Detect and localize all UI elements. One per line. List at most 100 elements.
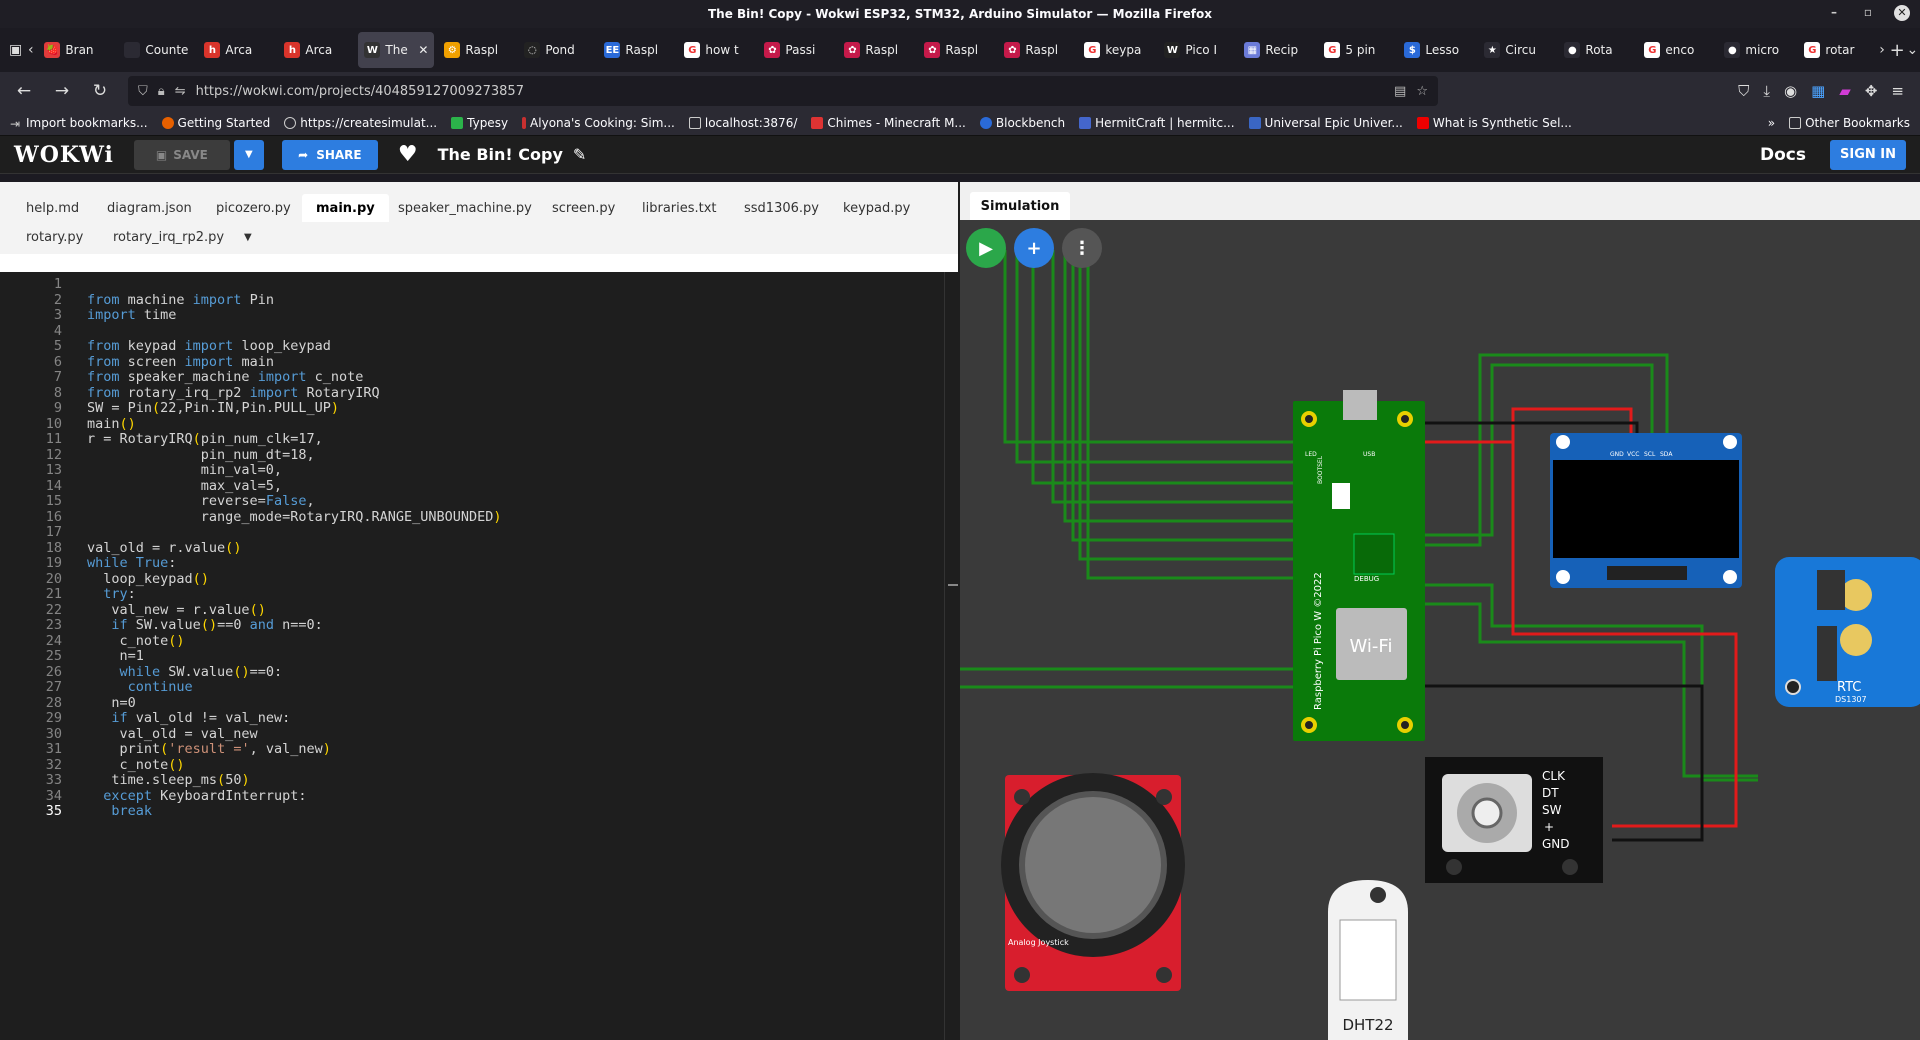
- file-tab-diagram[interactable]: diagram.json: [93, 194, 206, 222]
- browser-tab[interactable]: Ghow t: [678, 32, 754, 68]
- bookmark-item[interactable]: Universal Epic Univer...: [1248, 116, 1403, 130]
- sign-in-button[interactable]: SIGN IN: [1830, 139, 1906, 170]
- code-line[interactable]: import time: [87, 307, 176, 323]
- file-tab-rotary-irq[interactable]: rotary_irq_rp2.py: [99, 223, 238, 251]
- like-heart-icon[interactable]: ♥: [398, 142, 418, 167]
- project-title[interactable]: The Bin! Copy: [438, 145, 563, 164]
- browser-tab[interactable]: Gkeypa: [1078, 32, 1154, 68]
- circuit-canvas[interactable]: Wi-Fi DEBUG USB LED Raspberry Pi Pico W …: [960, 220, 1920, 1040]
- other-bookmarks[interactable]: Other Bookmarks: [1789, 116, 1910, 130]
- browser-tab[interactable]: ✿ Passi: [758, 32, 834, 68]
- code-line[interactable]: except KeyboardInterrupt:: [87, 788, 306, 804]
- browser-tab[interactable]: Counter: [118, 32, 194, 68]
- close-tab-icon[interactable]: ✕: [418, 43, 428, 57]
- extension-icon[interactable]: ▰: [1839, 82, 1851, 100]
- edit-pencil-icon[interactable]: ✎: [573, 145, 586, 164]
- code-line[interactable]: reverse=False,: [87, 493, 315, 509]
- back-icon[interactable]: ←: [10, 81, 38, 101]
- browser-tab[interactable]: $ Lesso: [1398, 32, 1474, 68]
- bookmark-item[interactable]: Blockbench: [979, 116, 1065, 130]
- downloads-icon[interactable]: ⤓: [1763, 82, 1770, 100]
- analog-joystick[interactable]: Analog Joystick: [1001, 773, 1185, 991]
- code-line[interactable]: n=1: [87, 648, 144, 664]
- browser-tab[interactable]: h Arca: [198, 32, 274, 68]
- file-tab-picozero[interactable]: picozero.py: [202, 194, 305, 222]
- editor-scrollbar[interactable]: [944, 272, 958, 1040]
- code-line[interactable]: n=0: [87, 695, 135, 711]
- reload-icon[interactable]: ↻: [86, 81, 114, 101]
- shield-icon[interactable]: ⛉: [138, 84, 148, 99]
- bookmark-item[interactable]: Getting Started: [161, 116, 270, 130]
- code-line[interactable]: from speaker_machine import c_note: [87, 369, 363, 385]
- more-files-dropdown-icon[interactable]: ▼: [230, 223, 266, 251]
- code-line[interactable]: c_note(): [87, 633, 185, 649]
- pico-board[interactable]: Wi-Fi DEBUG USB LED Raspberry Pi Pico W …: [1293, 390, 1425, 741]
- bookmark-item[interactable]: What is Synthetic Sel...: [1416, 116, 1572, 130]
- code-line[interactable]: val_old = val_new: [87, 726, 258, 742]
- minimize-button[interactable]: –: [1826, 5, 1842, 21]
- extension-icon[interactable]: ▦: [1811, 82, 1825, 100]
- extensions-puzzle-icon[interactable]: ✥: [1865, 82, 1878, 100]
- code-line[interactable]: from screen import main: [87, 354, 274, 370]
- browser-tab[interactable]: ● micro: [1718, 32, 1794, 68]
- code-line[interactable]: try:: [87, 586, 136, 602]
- code-line[interactable]: min_val=0,: [87, 462, 282, 478]
- code-line[interactable]: if val_old != val_new:: [87, 710, 290, 726]
- dht22-sensor[interactable]: DHT22: [1328, 880, 1408, 1040]
- browser-tab[interactable]: ● Rota: [1558, 32, 1634, 68]
- bookmark-item[interactable]: HermitCraft | hermitc...: [1079, 116, 1235, 130]
- bookmark-star-icon[interactable]: ☆: [1416, 84, 1428, 99]
- list-all-tabs-icon[interactable]: ⌄: [1905, 42, 1920, 58]
- tabs-scroll-right-icon[interactable]: ›: [1874, 42, 1889, 58]
- permissions-icon[interactable]: ⇋: [175, 84, 186, 99]
- wokwi-logo[interactable]: WOKWi: [14, 142, 114, 168]
- new-tab-icon[interactable]: +: [1890, 40, 1905, 61]
- browser-tab[interactable]: G 5 pin: [1318, 32, 1394, 68]
- share-button[interactable]: ➦ SHARE: [281, 139, 378, 170]
- maximize-button[interactable]: ▫: [1860, 5, 1876, 21]
- bookmark-item[interactable]: ⇥ Import bookmarks...: [10, 116, 148, 131]
- browser-tab[interactable]: Grotar: [1798, 32, 1874, 68]
- code-line[interactable]: range_mode=RotaryIRQ.RANGE_UNBOUNDED): [87, 509, 502, 525]
- lock-icon[interactable]: 🔒︎: [158, 84, 165, 99]
- save-button[interactable]: ▣ SAVE: [133, 139, 230, 170]
- browser-tab[interactable]: ◌ Pond: [518, 32, 594, 68]
- browser-tab[interactable]: ✿ Raspl: [838, 32, 914, 68]
- browser-tab[interactable]: h Arca: [278, 32, 354, 68]
- file-tab-ssd1306[interactable]: ssd1306.py: [730, 194, 833, 222]
- code-line[interactable]: break: [87, 803, 152, 819]
- pocket-icon[interactable]: ⛉: [1738, 82, 1749, 100]
- code-line[interactable]: loop_keypad(): [87, 571, 209, 587]
- code-line[interactable]: c_note(): [87, 757, 185, 773]
- code-line[interactable]: continue: [87, 679, 193, 695]
- tab-list-icon[interactable]: ▣: [8, 42, 23, 58]
- bookmark-item[interactable]: https://createsimulat...: [284, 116, 437, 130]
- code-line[interactable]: val_new = r.value(): [87, 602, 265, 618]
- save-options-dropdown[interactable]: ▼: [233, 139, 264, 170]
- browser-tab[interactable]: ★ Circu: [1478, 32, 1554, 68]
- code-line[interactable]: time.sleep_ms(50): [87, 772, 249, 788]
- tabs-scroll-left-icon[interactable]: ‹: [23, 42, 38, 58]
- rtc-module[interactable]: RTC DS1307: [1775, 557, 1920, 707]
- code-line[interactable]: from keypad import loop_keypad: [87, 338, 331, 354]
- more-options-button[interactable]: ⋮: [1062, 228, 1102, 268]
- file-tab-speaker-machine[interactable]: speaker_machine.py: [384, 194, 546, 222]
- code-line[interactable]: if SW.value()==0 and n==0:: [87, 617, 322, 633]
- code-line[interactable]: while SW.value()==0:: [87, 664, 283, 680]
- code-area[interactable]: 1 2 from machine import Pin 3 import time 4 5 f…: [0, 272, 958, 1040]
- file-tab-rotary[interactable]: rotary.py: [12, 223, 97, 251]
- account-icon[interactable]: ◉: [1784, 82, 1797, 100]
- bookmark-item[interactable]: Chimes - Minecraft M...: [811, 116, 966, 130]
- bookmark-item[interactable]: Typesy: [451, 116, 508, 130]
- bookmark-item[interactable]: localhost:3876/: [688, 116, 797, 130]
- browser-tab[interactable]: ⚙ Raspl: [438, 32, 514, 68]
- more-bookmarks-chevron-icon[interactable]: »: [1768, 116, 1775, 130]
- browser-tab[interactable]: 🍓 Bran: [38, 32, 114, 68]
- forward-icon[interactable]: →: [48, 81, 76, 101]
- code-line[interactable]: SW = Pin(22,Pin.IN,Pin.PULL_UP): [87, 400, 339, 416]
- rotary-encoder[interactable]: CLK DT SW + GND: [1425, 757, 1603, 883]
- browser-tab[interactable]: Genco: [1638, 32, 1714, 68]
- file-tab-keypad[interactable]: keypad.py: [829, 194, 924, 222]
- url-bar[interactable]: ⛉ 🔒︎ ⇋ https://wokwi.com/projects/404859…: [128, 76, 1438, 106]
- code-line[interactable]: val_old = r.value(): [87, 540, 241, 556]
